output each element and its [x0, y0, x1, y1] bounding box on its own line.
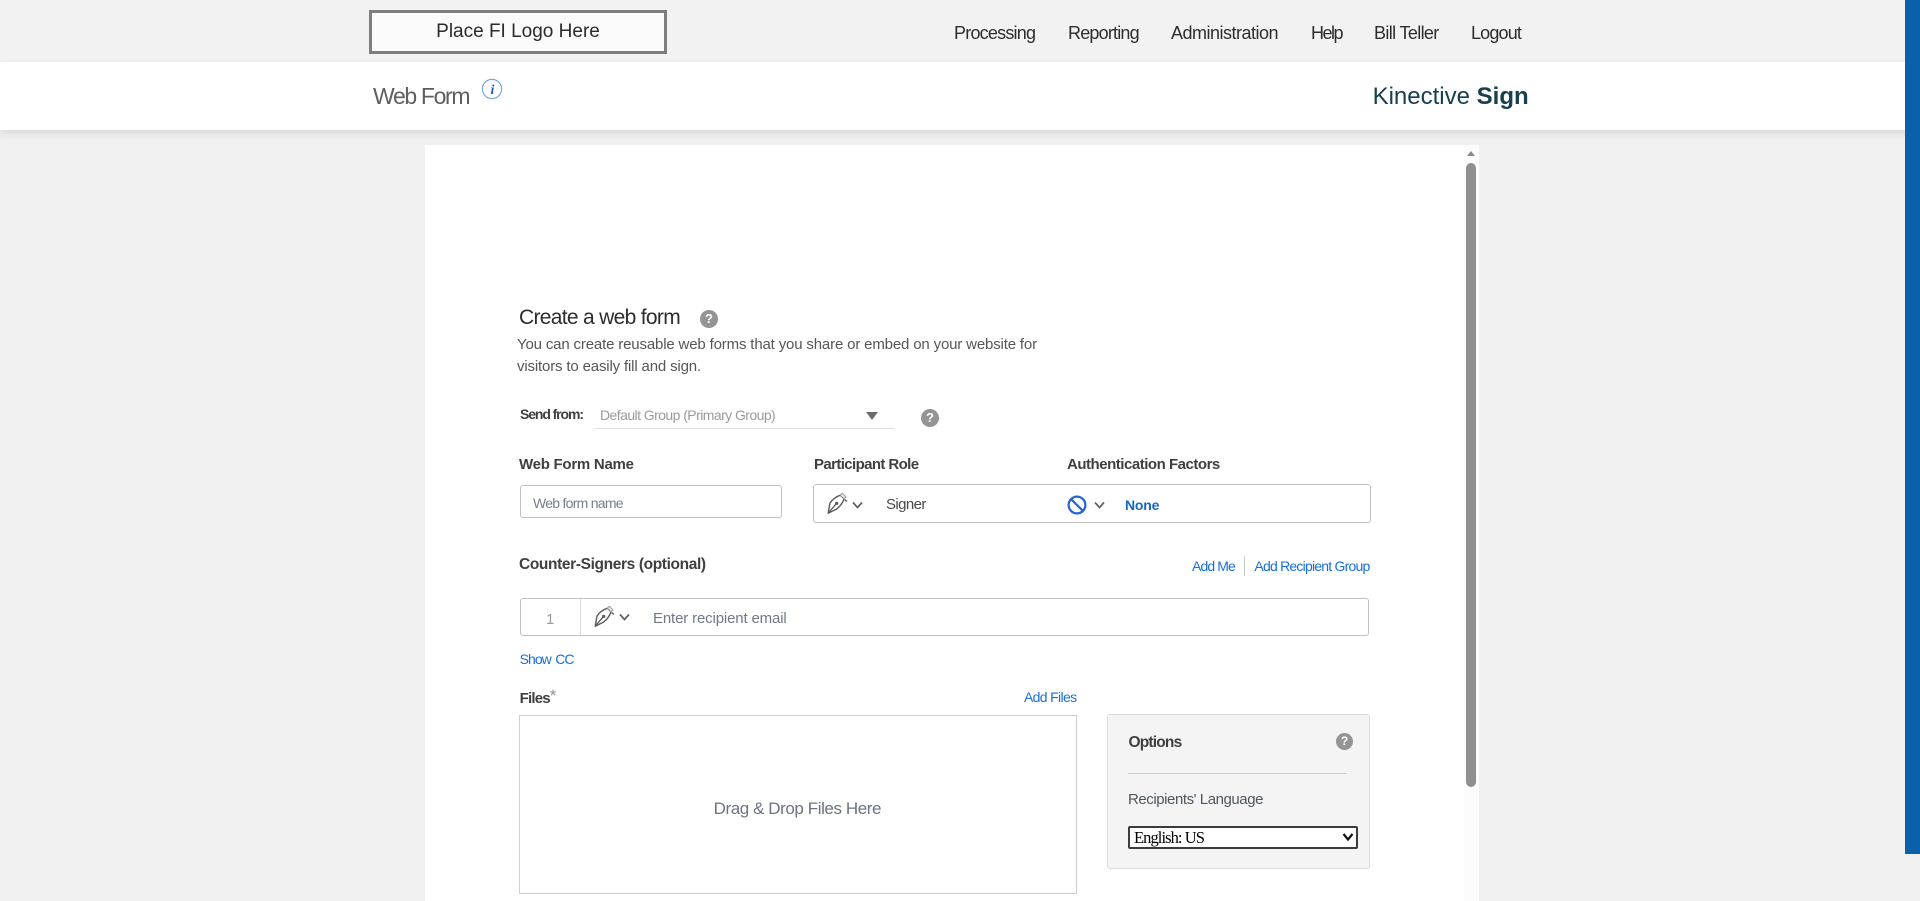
svg-text:i: i	[491, 83, 495, 98]
